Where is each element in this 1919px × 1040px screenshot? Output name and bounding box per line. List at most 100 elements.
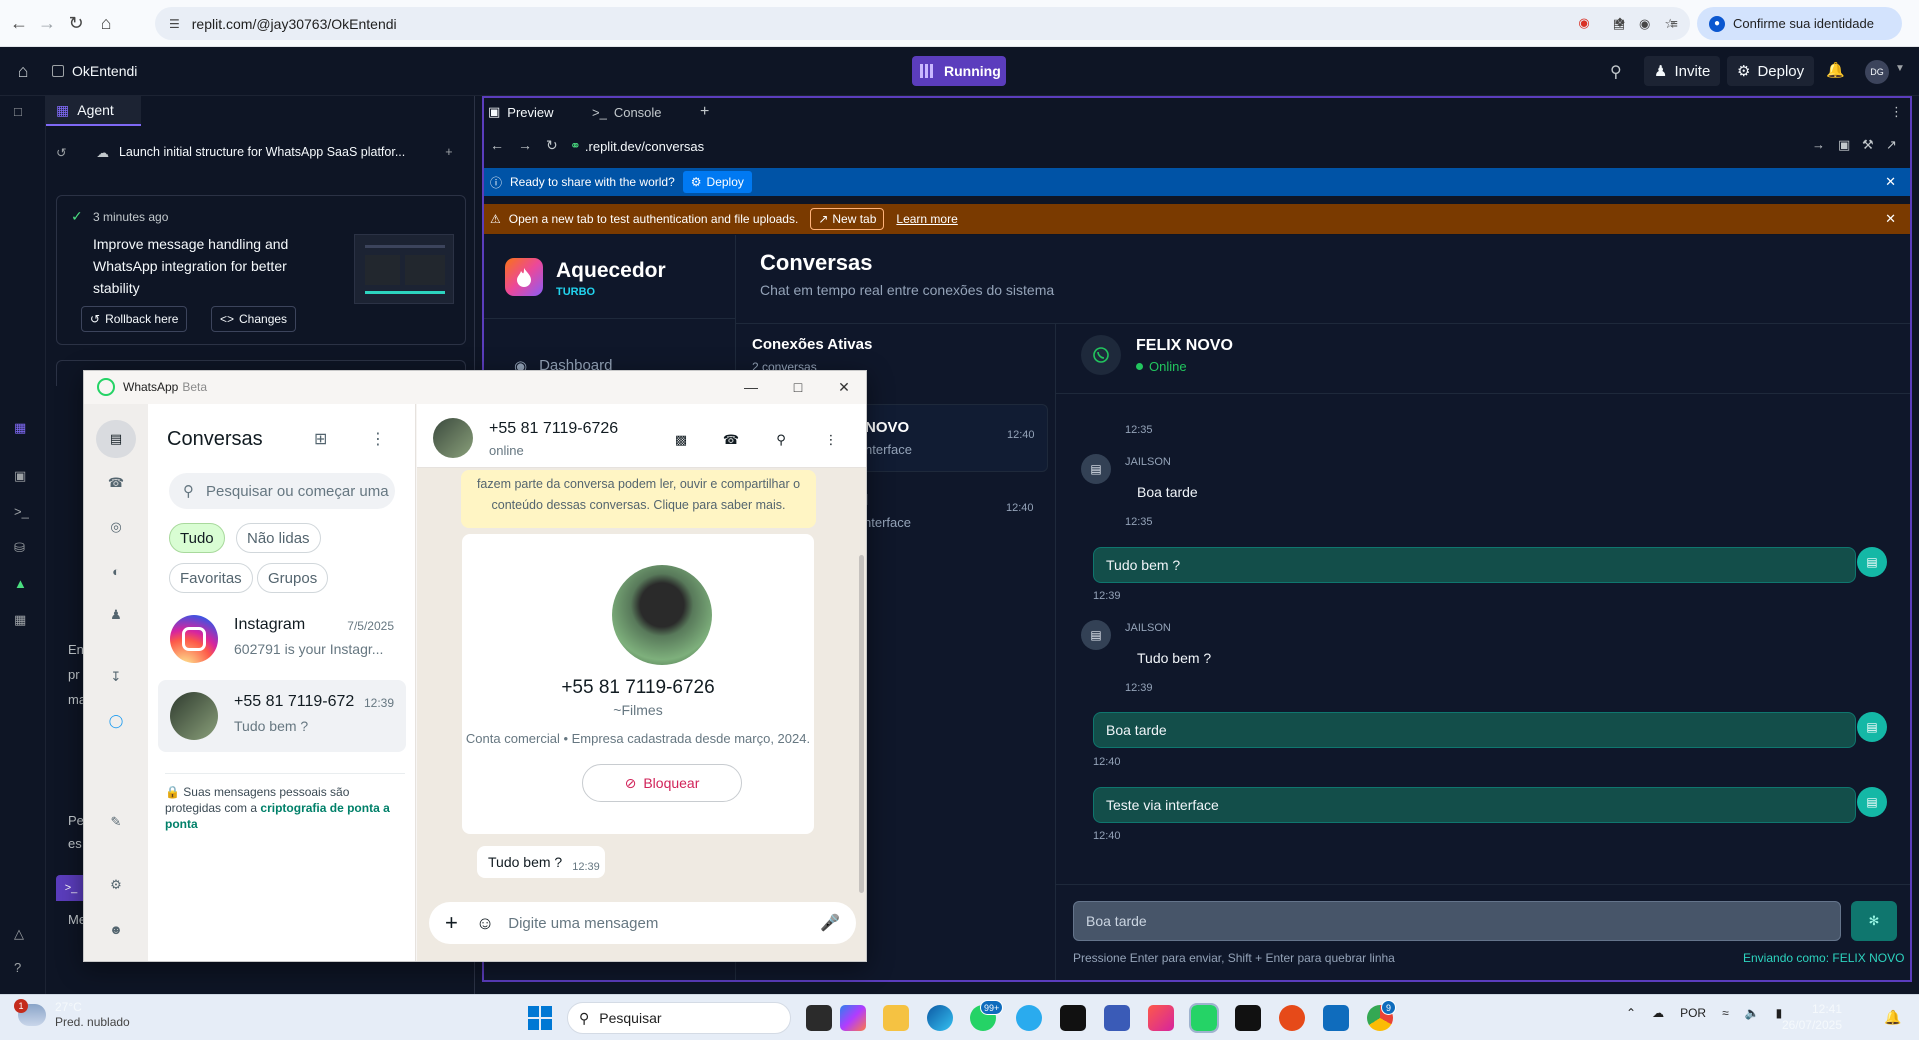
filter-chip-favorites[interactable]: Favoritas (169, 563, 253, 593)
filter-chip-groups[interactable]: Grupos (257, 563, 329, 593)
notification-bell-icon[interactable]: 🔔 (1884, 1009, 1901, 1026)
extensions-icon[interactable]: ❖ (1610, 13, 1630, 33)
agent-thread-selector[interactable]: ↺ ☁ Launch initial structure for WhatsAp… (56, 138, 466, 166)
preview-url-bar[interactable]: ⚭ .replit.dev/conversas (570, 135, 1820, 157)
meta-ai-icon[interactable]: ◯ (104, 709, 128, 733)
contact-profile-photo[interactable] (612, 565, 712, 665)
message-input[interactable]: Boa tarde (1073, 901, 1841, 941)
bell-icon[interactable]: 🔔 (1826, 61, 1845, 79)
checkpoint-thumbnail[interactable] (354, 234, 454, 304)
search-icon[interactable]: ⚲ (769, 428, 793, 452)
back-icon[interactable]: ← (8, 12, 30, 34)
devices-icon[interactable]: ▣ (1838, 137, 1850, 153)
console-icon[interactable]: >_ (14, 504, 32, 522)
profile-icon[interactable]: ☻ (104, 917, 128, 941)
invite-button[interactable]: ♟ Invite (1644, 56, 1721, 86)
preview-icon[interactable]: ▣ (14, 468, 32, 486)
copilot-icon[interactable] (840, 1005, 866, 1031)
go-icon[interactable]: → (1812, 137, 1825, 152)
app-dots-icon[interactable] (1279, 1005, 1305, 1031)
chat-list-item[interactable]: +55 81 7119-672 12:39 Tudo bem ? (158, 680, 406, 752)
microphone-icon[interactable]: 🎤 (820, 913, 840, 933)
emoji-icon[interactable]: ☺ (476, 913, 494, 934)
file-explorer-icon[interactable] (883, 1005, 909, 1031)
close-icon[interactable]: ✕ (834, 377, 854, 397)
project-title[interactable]: OkEntendi (52, 63, 137, 79)
chat-list-item[interactable]: Instagram 7/5/2025 602791 is your Instag… (158, 603, 406, 675)
app-w-icon[interactable] (1060, 1005, 1086, 1031)
new-chat-icon[interactable]: ⊞ (314, 429, 327, 449)
chevron-up-icon[interactable]: ⌃ (1626, 1006, 1636, 1020)
instagram-icon[interactable] (1148, 1005, 1174, 1031)
run-status-button[interactable]: Running (912, 56, 1006, 86)
scrollbar[interactable] (859, 555, 864, 893)
alert-icon[interactable]: △ (14, 926, 32, 944)
agent-icon[interactable]: ▦ (14, 420, 32, 438)
capcut-icon[interactable] (1235, 1005, 1261, 1031)
new-tab-button[interactable]: ↗ New tab (810, 208, 885, 230)
devtools-icon[interactable]: ⚒ (1862, 137, 1874, 153)
clock[interactable]: 12:41 26/07/2025 (1770, 1001, 1842, 1033)
deploy-icon[interactable]: ▲ (14, 576, 32, 594)
tab-agent[interactable]: ▦ Agent (46, 96, 141, 126)
whatsapp-active-icon[interactable] (1189, 1003, 1219, 1033)
record-icon[interactable]: ◉ (1574, 13, 1594, 33)
weather-widget[interactable]: 1 27°C Pred. nublado (14, 999, 130, 1030)
filter-chip-all[interactable]: Tudo (169, 523, 225, 553)
reload-icon[interactable]: ↻ (65, 12, 87, 34)
starred-icon[interactable]: ✎ (104, 810, 128, 834)
message-composer[interactable]: + ☺ Digite uma mensagem 🎤 (429, 902, 856, 944)
filter-chip-unread[interactable]: Não lidas (236, 523, 321, 553)
start-windows-icon[interactable] (528, 1006, 552, 1030)
minimize-icon[interactable]: — (741, 377, 761, 397)
send-button[interactable]: ✻ (1851, 901, 1897, 941)
close-icon[interactable]: ✕ (1885, 174, 1896, 190)
chats-icon[interactable]: ▤ (104, 427, 128, 451)
business-notice[interactable]: fazem parte da conversa podem ler, ouvir… (461, 470, 816, 528)
conversation-header[interactable] (417, 404, 866, 468)
maximize-icon[interactable]: □ (788, 377, 808, 397)
volume-icon[interactable]: 🔈 (1745, 1006, 1760, 1020)
forward-icon[interactable]: → (518, 137, 532, 153)
close-icon[interactable]: ✕ (1885, 211, 1896, 227)
search-icon[interactable]: ⚲ (1610, 62, 1622, 82)
apps-grid-icon[interactable]: ▦ (14, 612, 32, 630)
notepad-icon[interactable] (1323, 1005, 1349, 1031)
site-info-icon[interactable]: ☰ (169, 17, 180, 31)
telegram-icon[interactable] (1016, 1005, 1042, 1031)
tab-console[interactable]: >_ Console (592, 100, 662, 124)
calls-icon[interactable]: ☎ (104, 471, 128, 495)
more-options-icon[interactable]: ⋮ (370, 429, 386, 449)
task-view-icon[interactable] (806, 1005, 832, 1031)
rollback-button[interactable]: ↺ Rollback here (81, 306, 188, 332)
add-tab-icon[interactable]: + (700, 100, 709, 124)
media-icon[interactable]: ≡ (1664, 13, 1684, 33)
banner-deploy-button[interactable]: ⚙ Deploy (682, 171, 752, 193)
reload-icon[interactable]: ↻ (546, 137, 558, 154)
voice-call-icon[interactable]: ☎ (719, 428, 743, 452)
settings-icon[interactable]: ⚙ (104, 873, 128, 897)
changes-button[interactable]: <> Changes (211, 306, 297, 332)
shell-icon[interactable]: >_ (56, 875, 86, 901)
more-options-icon[interactable]: ⋮ (819, 428, 843, 452)
wifi-icon[interactable]: ≈ (1722, 1006, 1729, 1020)
archived-icon[interactable]: ↧ (104, 665, 128, 689)
chevron-down-icon[interactable]: ▼ (1895, 63, 1905, 74)
help-icon[interactable]: ? (14, 960, 32, 978)
avatar[interactable]: DG (1865, 60, 1889, 84)
identity-button[interactable]: ● Confirme sua identidade (1697, 7, 1902, 40)
tracking-icon[interactable]: ◉ (1639, 16, 1650, 32)
home-icon[interactable]: ⌂ (95, 12, 117, 34)
deploy-button[interactable]: ⚙ Deploy (1727, 56, 1815, 86)
back-icon[interactable]: ← (490, 137, 504, 153)
address-bar[interactable]: ☰ replit.com/@jay30763/OkEntendi ▤ ◉ ☆ (155, 7, 1690, 40)
learn-more-link[interactable]: Learn more (896, 212, 957, 226)
status-icon[interactable]: ◎ (104, 515, 128, 539)
language-indicator[interactable]: POR (1680, 1006, 1706, 1020)
history-icon[interactable]: ↺ (56, 145, 66, 160)
forward-icon[interactable]: → (36, 12, 58, 34)
database-icon[interactable]: ⛁ (14, 540, 32, 558)
taskbar-search[interactable]: ⚲ Pesquisar (567, 1002, 791, 1034)
block-button[interactable]: ⊘ Bloquear (582, 764, 742, 802)
cloud-icon[interactable]: ☁ (1652, 1006, 1664, 1020)
